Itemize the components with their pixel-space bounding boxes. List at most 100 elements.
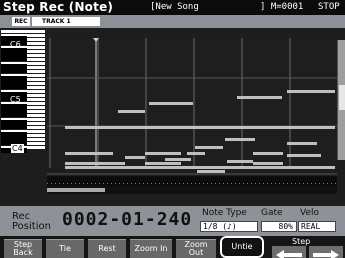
note-grid-canvas [47, 38, 337, 186]
ruler-dot [219, 183, 220, 184]
ruler-dot [191, 183, 192, 184]
rec-badge: REC [12, 17, 30, 26]
ruler-dot [199, 183, 200, 184]
velo-value[interactable]: REAL [298, 221, 336, 232]
note-type-value[interactable]: 1/8 (♪) [200, 221, 258, 232]
zoom-in-button[interactable]: Zoom In [130, 239, 172, 258]
ruler-dot [299, 183, 300, 184]
ruler-dot [55, 183, 56, 184]
black-key[interactable] [1, 124, 27, 129]
ruler-dot [211, 183, 212, 184]
octave-label-c6: C6 [10, 40, 21, 49]
tie-button[interactable]: Tie [46, 239, 84, 258]
ruler-dot [143, 183, 144, 184]
ruler-dot [159, 183, 160, 184]
ruler-dot [243, 183, 244, 184]
ruler-dot [147, 183, 148, 184]
ruler-dot [255, 183, 256, 184]
rest-button[interactable]: Rest [88, 239, 126, 258]
ruler-dot [223, 183, 224, 184]
note [287, 90, 335, 93]
title-bar: Step Rec (Note) [New Song ] M=0001 STOP [0, 0, 345, 15]
velo-header: Velo [300, 208, 320, 218]
ruler-dot [303, 183, 304, 184]
ruler-dot [247, 183, 248, 184]
vertical-scroll-thumb[interactable] [339, 85, 345, 110]
ruler-dot [315, 183, 316, 184]
ruler-dot [203, 183, 204, 184]
note [237, 96, 282, 99]
ruler-dot [291, 183, 292, 184]
rec-position-value[interactable]: 0002-01-240 [62, 209, 192, 231]
track-name[interactable]: TRACK 1 [32, 17, 100, 26]
note [253, 162, 283, 165]
ruler-dot [163, 183, 164, 184]
ruler-dot [151, 183, 152, 184]
ruler-dot [271, 183, 272, 184]
note-grid[interactable] [47, 38, 337, 186]
ruler-dot [91, 183, 92, 184]
ruler-dot [239, 183, 240, 184]
note [118, 110, 145, 113]
black-key[interactable] [1, 112, 27, 117]
note [145, 152, 181, 155]
black-key[interactable] [1, 68, 27, 73]
arrow-left-icon [276, 250, 302, 258]
black-key[interactable] [1, 56, 27, 61]
white-key[interactable] [1, 30, 45, 33]
ruler-dot [311, 183, 312, 184]
ruler-dot [63, 183, 64, 184]
ruler-dot [83, 183, 84, 184]
measure-display: ] M=0001 [260, 2, 304, 12]
note-type-header: Note Type [202, 208, 247, 218]
ruler-dot [331, 183, 332, 184]
ruler-dot [215, 183, 216, 184]
ruler-dot [115, 183, 116, 184]
ruler-dot [167, 183, 168, 184]
note [65, 126, 335, 129]
ruler-dot [231, 183, 232, 184]
ruler-dot [67, 183, 68, 184]
zoom-out-button[interactable]: Zoom Out [176, 239, 216, 258]
ruler-dot [327, 183, 328, 184]
note [187, 152, 205, 155]
step-left-button[interactable] [272, 246, 306, 258]
transport-status: STOP [318, 2, 340, 12]
ruler-dot [107, 183, 108, 184]
song-name: [New Song [150, 2, 199, 12]
gate-value[interactable]: 80% [261, 221, 297, 232]
black-key[interactable] [1, 84, 27, 89]
ruler-dot [155, 183, 156, 184]
lower-lane [47, 176, 337, 186]
ruler-dot [335, 183, 336, 184]
ruler-dot [287, 183, 288, 184]
untie-button[interactable]: Untie [220, 236, 264, 258]
note [287, 142, 317, 145]
track-strip: REC TRACK 1 [0, 15, 345, 28]
screen-title: Step Rec (Note) [3, 0, 114, 14]
ruler-dot [283, 183, 284, 184]
ruler-dot [119, 183, 120, 184]
note [149, 102, 193, 105]
step-back-button[interactable]: Step Back [4, 239, 42, 258]
octave-label-c5: C5 [10, 95, 21, 104]
ruler-dot [99, 183, 100, 184]
ruler-dot [263, 183, 264, 184]
horizontal-scroll-thumb[interactable] [47, 188, 105, 192]
ruler-dot [123, 183, 124, 184]
ruler-dot [267, 183, 268, 184]
ruler-dot [251, 183, 252, 184]
ruler-dot [259, 183, 260, 184]
ruler-dot [71, 183, 72, 184]
note [125, 156, 145, 159]
ruler-dot [295, 183, 296, 184]
piano-keyboard[interactable] [1, 30, 47, 153]
ruler-dot [195, 183, 196, 184]
ruler-dot [59, 183, 60, 184]
note [165, 158, 191, 161]
ruler-dot [207, 183, 208, 184]
step-right-button[interactable] [309, 246, 343, 258]
ruler-dot [51, 183, 52, 184]
gate-header: Gate [261, 208, 283, 218]
note [195, 146, 223, 149]
